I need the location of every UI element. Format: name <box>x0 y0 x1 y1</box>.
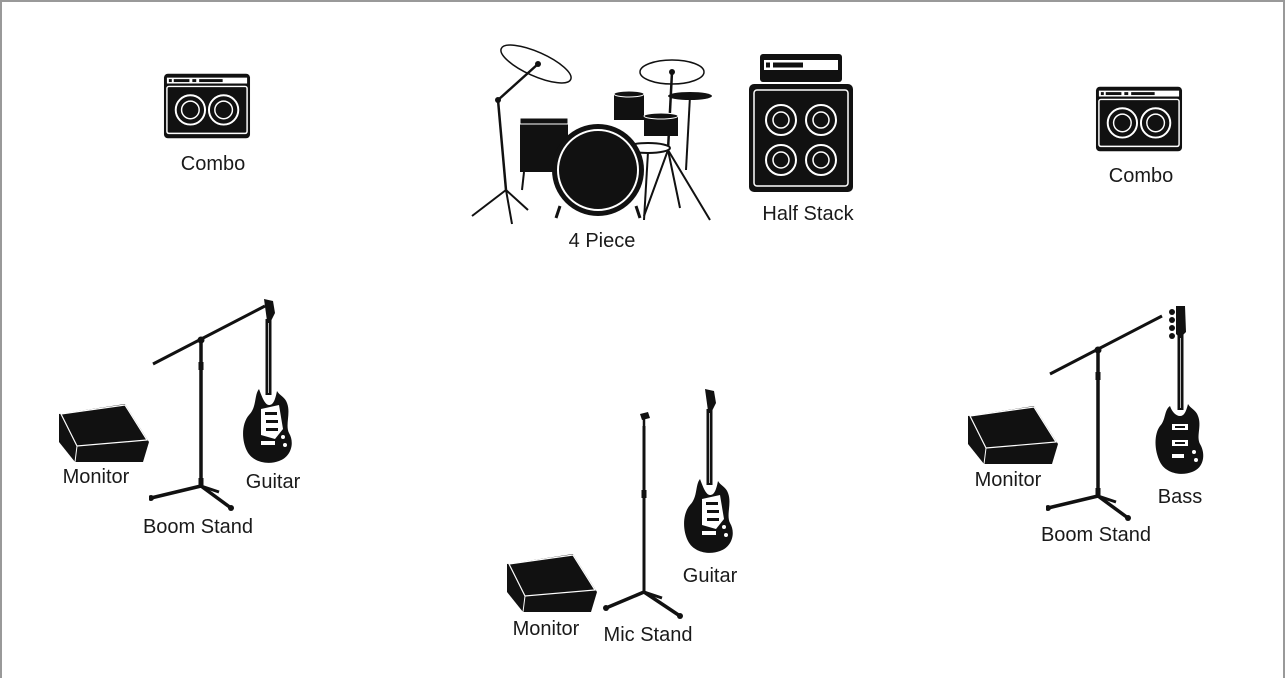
wedge-monitor-left-label: Monitor <box>62 466 130 488</box>
half-stack-icon <box>749 54 853 192</box>
combo-amp-right[interactable] <box>1095 85 1183 153</box>
mic-stand-center[interactable] <box>602 412 692 622</box>
mic-stand-icon <box>602 412 692 622</box>
combo-amp-left[interactable] <box>163 72 251 140</box>
combo-amp-left-label: Combo <box>180 153 246 175</box>
boom-stand-left-label: Boom Stand <box>142 516 254 538</box>
drum-kit[interactable] <box>468 40 714 232</box>
bass-guitar-icon <box>1152 304 1208 479</box>
drum-kit-icon <box>471 44 712 225</box>
combo-amp-icon <box>1095 85 1183 153</box>
combo-amp-right-label: Combo <box>1108 165 1174 187</box>
guitar-left-label: Guitar <box>245 471 301 493</box>
mic-stand-center-label: Mic Stand <box>603 624 693 646</box>
wedge-monitor-icon <box>503 552 598 614</box>
stage-plot: Combo 4 Piece Half Stack Combo Monitor B… <box>0 0 1285 678</box>
half-stack-amp[interactable] <box>748 52 854 194</box>
wedge-monitor-right[interactable] <box>964 404 1059 466</box>
bass-guitar-right[interactable] <box>1152 304 1208 479</box>
electric-guitar-icon <box>680 387 740 557</box>
guitar-left[interactable] <box>239 297 299 467</box>
wedge-monitor-icon <box>55 402 150 464</box>
wedge-monitor-icon <box>964 404 1059 466</box>
wedge-monitor-center[interactable] <box>503 552 598 614</box>
half-stack-label: Half Stack <box>762 203 854 225</box>
boom-stand-right[interactable] <box>1046 312 1166 522</box>
wedge-monitor-right-label: Monitor <box>974 469 1042 491</box>
bass-guitar-right-label: Bass <box>1157 486 1203 508</box>
wedge-monitor-left[interactable] <box>55 402 150 464</box>
drum-kit-label: 4 Piece <box>568 230 636 252</box>
combo-amp-icon <box>163 72 251 140</box>
guitar-center[interactable] <box>680 387 740 557</box>
guitar-center-label: Guitar <box>682 565 738 587</box>
electric-guitar-icon <box>239 297 299 467</box>
boom-stand-icon <box>1046 312 1166 522</box>
wedge-monitor-center-label: Monitor <box>512 618 580 640</box>
boom-stand-right-label: Boom Stand <box>1040 524 1152 546</box>
